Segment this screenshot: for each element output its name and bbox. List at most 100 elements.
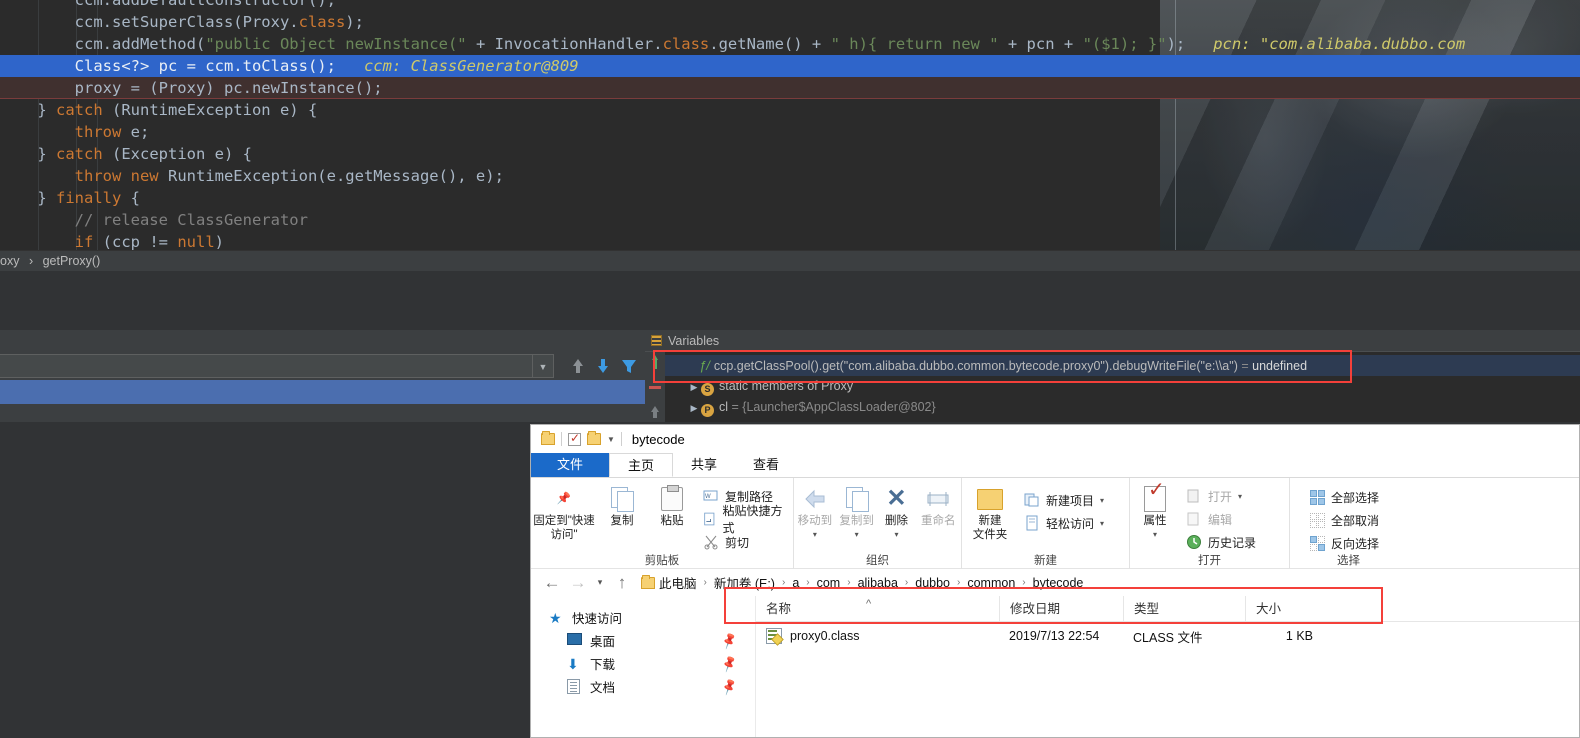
file-list[interactable]: proxy0.class 2019/7/13 22:54 CLASS 文件 1 KB — [756, 622, 1579, 650]
cut-button[interactable]: 剪切 — [697, 532, 789, 552]
pin-icon[interactable]: 📌 — [720, 631, 739, 650]
select-none-button[interactable]: 全部取消 — [1304, 510, 1407, 530]
crumb-separator[interactable]: › — [1015, 577, 1032, 588]
code-line[interactable]: } finally { — [0, 187, 1580, 209]
nav-item-1[interactable]: 桌面 📌 — [531, 629, 755, 652]
code-editor[interactable]: ccm.addDefaultConstructor(); ccm.setSupe… — [0, 0, 1580, 250]
file-list-column-headers[interactable]: 名称 ^ 修改日期 类型 大小 — [756, 595, 1579, 622]
pin-to-quick-access-button[interactable]: 📌 固定到"快速访问" — [531, 478, 597, 542]
crumb-1[interactable]: 新加卷 (E:) — [714, 573, 775, 592]
invert-selection-button[interactable]: 反向选择 — [1304, 533, 1407, 553]
open-button[interactable]: 打开 ▾ — [1180, 486, 1284, 506]
filter-funnel-icon[interactable] — [619, 356, 639, 376]
expand-arrow-icon[interactable]: ▶ — [687, 398, 701, 419]
navigation-pane[interactable]: ★ 快速访问 桌面 📌 ⬇ 下载 📌 文档 📌 — [531, 596, 756, 737]
paste-shortcut-button[interactable]: 粘贴快捷方式 — [697, 504, 789, 535]
debugger-rail-icons[interactable] — [645, 352, 665, 422]
crumb-separator[interactable]: › — [799, 577, 816, 588]
crumb-separator[interactable]: › — [898, 577, 915, 588]
new-item-button[interactable]: 新建项目 ▾ — [1018, 490, 1126, 510]
move-to-button[interactable]: 移动到 ▾ — [794, 478, 836, 542]
crumb-2[interactable]: a — [792, 576, 799, 590]
rename-button[interactable]: 重命名 — [915, 478, 961, 528]
code-line[interactable]: Class<?> pc = ccm.toClass(); ccm: ClassG… — [0, 55, 1580, 77]
file-name-cell[interactable]: proxy0.class — [756, 628, 999, 644]
code-line[interactable]: } catch (Exception e) { — [0, 143, 1580, 165]
properties-button[interactable]: 属性 ▾ — [1130, 478, 1180, 542]
nav-item-0[interactable]: ★ 快速访问 — [531, 606, 755, 629]
customize-caret-icon[interactable]: ▼ — [607, 435, 615, 444]
code-line[interactable]: proxy = (Proxy) pc.newInstance(); — [0, 77, 1580, 99]
crumb-3[interactable]: com — [817, 576, 841, 590]
code-line[interactable]: if (ccp != null) — [0, 231, 1580, 250]
step-down-arrow-icon[interactable] — [593, 356, 613, 376]
file-list-pane[interactable]: 名称 ^ 修改日期 类型 大小 proxy0.class 2019/7/13 22… — [756, 595, 1579, 737]
variable-row[interactable]: ▶ Pcl = {Launcher$AppClassLoader@802} — [665, 397, 936, 418]
select-all-button[interactable]: 全部选择 — [1304, 487, 1407, 507]
variables-tree[interactable]: ƒ/ccp.getClassPool().get("com.alibaba.du… — [665, 352, 1580, 422]
edit-button[interactable]: 编辑 — [1180, 509, 1284, 529]
code-line[interactable]: ccm.setSuperClass(Proxy.class); — [0, 11, 1580, 33]
crumb-separator[interactable]: › — [950, 577, 967, 588]
crumb-5[interactable]: dubbo — [915, 576, 950, 590]
column-header-type[interactable]: 类型 — [1123, 595, 1245, 622]
copy-button[interactable]: 复制 — [597, 478, 647, 528]
code-line[interactable]: throw new RuntimeException(e.getMessage(… — [0, 165, 1580, 187]
breadcrumb[interactable]: oxy › getProxy() — [0, 250, 1580, 271]
properties-check-icon[interactable] — [568, 431, 581, 446]
step-up-arrow-icon[interactable] — [568, 356, 588, 376]
ribbon-tab-3[interactable]: 查看 — [735, 453, 797, 477]
column-header-name[interactable]: 名称 ^ — [756, 596, 999, 622]
pin-icon[interactable]: 📌 — [720, 654, 739, 673]
forward-arrow-icon[interactable]: → — [565, 573, 591, 593]
variable-row-evaluated[interactable]: ƒ/ccp.getClassPool().get("com.alibaba.du… — [665, 355, 1580, 376]
explorer-title-bar[interactable]: ▼ bytecode — [531, 425, 1579, 453]
ribbon-tab-1[interactable]: 主页 — [609, 453, 674, 477]
crumb-0[interactable]: 此电脑 — [659, 573, 697, 592]
file-row[interactable]: proxy0.class 2019/7/13 22:54 CLASS 文件 1 KB — [756, 622, 1579, 650]
new-folder-icon[interactable] — [587, 431, 601, 445]
crumb-separator[interactable]: › — [775, 577, 792, 588]
ribbon-tabs[interactable]: 文件 主页 共享 查看 — [531, 453, 1579, 477]
copy-to-caret-icon[interactable]: ▾ — [855, 528, 859, 542]
code-text[interactable]: ccm.addDefaultConstructor(); ccm.setSupe… — [0, 0, 1580, 250]
code-line[interactable]: } catch (RuntimeException e) { — [0, 99, 1580, 121]
properties-caret-icon[interactable]: ▾ — [1153, 528, 1157, 542]
expand-arrow-icon[interactable]: ▶ — [687, 377, 701, 398]
breadcrumb-class[interactable]: oxy — [0, 254, 19, 268]
recent-locations-caret-icon[interactable]: ▾ — [591, 577, 609, 588]
new-folder-button[interactable]: 新建 文件夹 — [962, 478, 1018, 542]
evaluate-input[interactable] — [0, 354, 534, 378]
code-line[interactable]: ccm.addMethod("public Object newInstance… — [0, 33, 1580, 55]
history-button[interactable]: 历史记录 — [1180, 532, 1284, 552]
crumb-separator[interactable]: › — [697, 577, 714, 588]
breadcrumb-path[interactable]: 此电脑 › 新加卷 (E:) › a › com › alibaba › dubbo › common ›… — [659, 573, 1083, 592]
code-line[interactable]: ccm.addDefaultConstructor(); — [0, 0, 1580, 11]
crumb-6[interactable]: common — [967, 576, 1015, 590]
evaluate-history-dropdown[interactable]: ▼ — [532, 354, 554, 378]
delete-caret-icon[interactable]: ▾ — [894, 528, 898, 542]
delete-button[interactable]: ✕ 删除 ▾ — [878, 478, 916, 542]
column-header-modified[interactable]: 修改日期 — [999, 595, 1123, 622]
variable-row[interactable]: ▶ Sstatic members of Proxy — [665, 376, 853, 397]
column-header-size[interactable]: 大小 — [1245, 595, 1335, 622]
breadcrumb-method[interactable]: getProxy() — [43, 254, 101, 268]
crumb-4[interactable]: alibaba — [858, 576, 898, 590]
nav-item-2[interactable]: ⬇ 下载 📌 — [531, 652, 755, 675]
up-arrow-icon[interactable]: ↑ — [609, 573, 635, 593]
paste-button[interactable]: 粘贴 — [647, 478, 697, 528]
back-arrow-icon[interactable]: ← — [539, 573, 565, 593]
nav-item-3[interactable]: 文档 📌 — [531, 675, 755, 698]
code-line[interactable]: throw e; — [0, 121, 1580, 143]
ribbon-tab-2[interactable]: 共享 — [673, 453, 735, 477]
easy-access-caret-icon[interactable]: ▾ — [1100, 519, 1104, 528]
open-caret-icon[interactable]: ▾ — [1238, 492, 1242, 501]
folder-icon[interactable] — [541, 431, 555, 445]
copy-to-button[interactable]: 复制到 ▾ — [836, 478, 878, 542]
crumb-separator[interactable]: › — [840, 577, 857, 588]
easy-access-button[interactable]: 轻松访问 ▾ — [1018, 513, 1126, 533]
crumb-7[interactable]: bytecode — [1033, 576, 1084, 590]
pin-icon[interactable]: 📌 — [720, 677, 739, 696]
code-line[interactable]: // release ClassGenerator — [0, 209, 1580, 231]
move-to-caret-icon[interactable]: ▾ — [813, 528, 817, 542]
